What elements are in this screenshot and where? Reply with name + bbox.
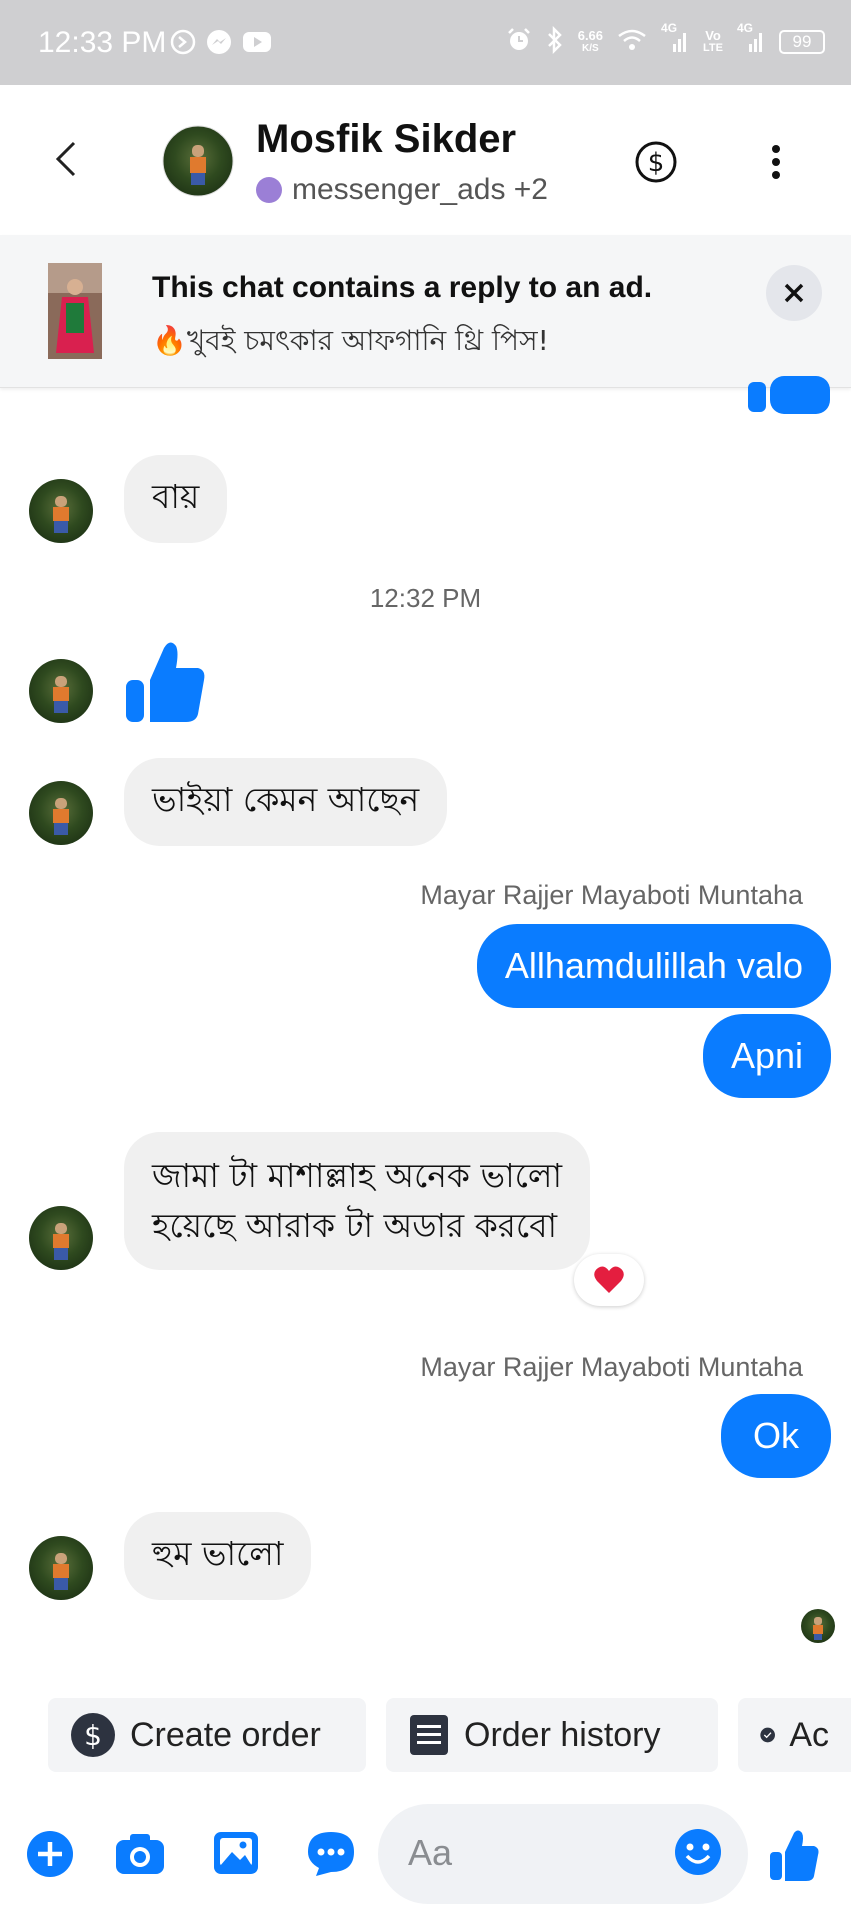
message-input[interactable]: Aa [378, 1804, 748, 1904]
thumbs-up-send-icon[interactable] [768, 1828, 820, 1886]
sender-name-label: Mayar Rajjer Mayaboti Muntaha [420, 1352, 803, 1382]
incoming-message[interactable]: বায় [124, 455, 228, 543]
dollar-icon[interactable]: $ [634, 140, 678, 188]
ad-banner-subtitle: 🔥খুবই চমৎকার আফগানি থ্রি পিস! [152, 324, 549, 357]
signal-icon-1: 4G [661, 22, 689, 56]
quick-actions-bar: $ Create order Order history Ac [0, 1698, 851, 1772]
outgoing-message[interactable]: Apni [702, 1014, 831, 1098]
sender-name-label: Mayar Rajjer Mayaboti Muntaha [420, 880, 803, 910]
status-right-icons: 6.66 K/S 4G Vo LTE 4G 99 [506, 22, 825, 62]
incoming-message[interactable]: জামা টা মাশাল্লাহ অনেক ভালো হয়েছে আরাক … [124, 1132, 591, 1270]
sender-avatar[interactable] [28, 780, 94, 846]
heart-reaction-icon[interactable] [574, 1254, 644, 1306]
close-icon[interactable] [766, 265, 822, 321]
sender-avatar[interactable] [28, 1205, 94, 1271]
message-composer: Aa [0, 1800, 851, 1919]
messenger-icon [206, 28, 232, 56]
thumbs-up-sent-partial-icon [748, 376, 830, 414]
message-timestamp: 12:32 PM [369, 583, 482, 613]
thumbs-up-received-icon[interactable] [124, 638, 206, 728]
status-time: 12:33 PM [38, 26, 167, 59]
sender-avatar[interactable] [28, 658, 94, 724]
ad-banner-title: This chat contains a reply to an ad. [152, 271, 653, 304]
outgoing-message[interactable]: Ok [720, 1394, 831, 1478]
presence-dot-icon [256, 177, 282, 203]
contact-name[interactable]: Mosfik Sikder [256, 117, 516, 162]
camera-icon[interactable] [114, 1830, 166, 1880]
sync-icon [170, 28, 196, 56]
net-speed: 6.66 K/S [577, 28, 604, 54]
ad-reply-banner[interactable]: This chat contains a reply to an ad. 🔥খু… [0, 235, 851, 388]
chat-bubble-icon[interactable] [306, 1830, 356, 1882]
signal-icon-2: 4G [737, 22, 765, 56]
emoji-icon[interactable] [674, 1828, 722, 1880]
message-input-placeholder: Aa [408, 1832, 453, 1873]
more-options-icon[interactable] [770, 143, 782, 185]
alarm-icon [506, 27, 532, 58]
third-action-button[interactable]: Ac [738, 1698, 851, 1772]
contact-avatar[interactable] [162, 125, 234, 197]
wifi-icon [617, 28, 647, 57]
sender-avatar[interactable] [28, 1535, 94, 1601]
create-order-button[interactable]: $ Create order [48, 1698, 366, 1772]
volte-label: Vo LTE [703, 28, 723, 54]
svg-text:$: $ [84, 1719, 102, 1752]
back-arrow-icon[interactable] [52, 139, 82, 183]
chat-header: Mosfik Sikder messenger_ads +2 $ [0, 85, 851, 235]
incoming-message[interactable]: হুম ভালো [124, 1512, 312, 1600]
incoming-message[interactable]: ভাইয়া কেমন আছেন [124, 758, 448, 846]
svg-text:$: $ [648, 148, 665, 178]
youtube-icon [242, 28, 272, 56]
gallery-icon[interactable] [212, 1830, 260, 1880]
checkmark-icon [760, 1727, 775, 1743]
contact-subtitle[interactable]: messenger_ads +2 [256, 173, 548, 207]
battery-icon: 99 [779, 30, 825, 54]
list-icon [410, 1715, 448, 1755]
seen-receipt-avatar [801, 1609, 835, 1643]
order-history-button[interactable]: Order history [386, 1698, 718, 1772]
plus-icon[interactable] [26, 1830, 74, 1882]
bluetooth-icon [546, 25, 564, 59]
dollar-icon: $ [71, 1713, 115, 1757]
outgoing-message[interactable]: Allhamdulillah valo [476, 924, 831, 1008]
status-bar: 12:33 PM 6.66 K/S 4G Vo LTE 4G 99 [0, 0, 851, 85]
sender-avatar[interactable] [28, 478, 94, 544]
ad-thumbnail[interactable] [48, 263, 102, 359]
